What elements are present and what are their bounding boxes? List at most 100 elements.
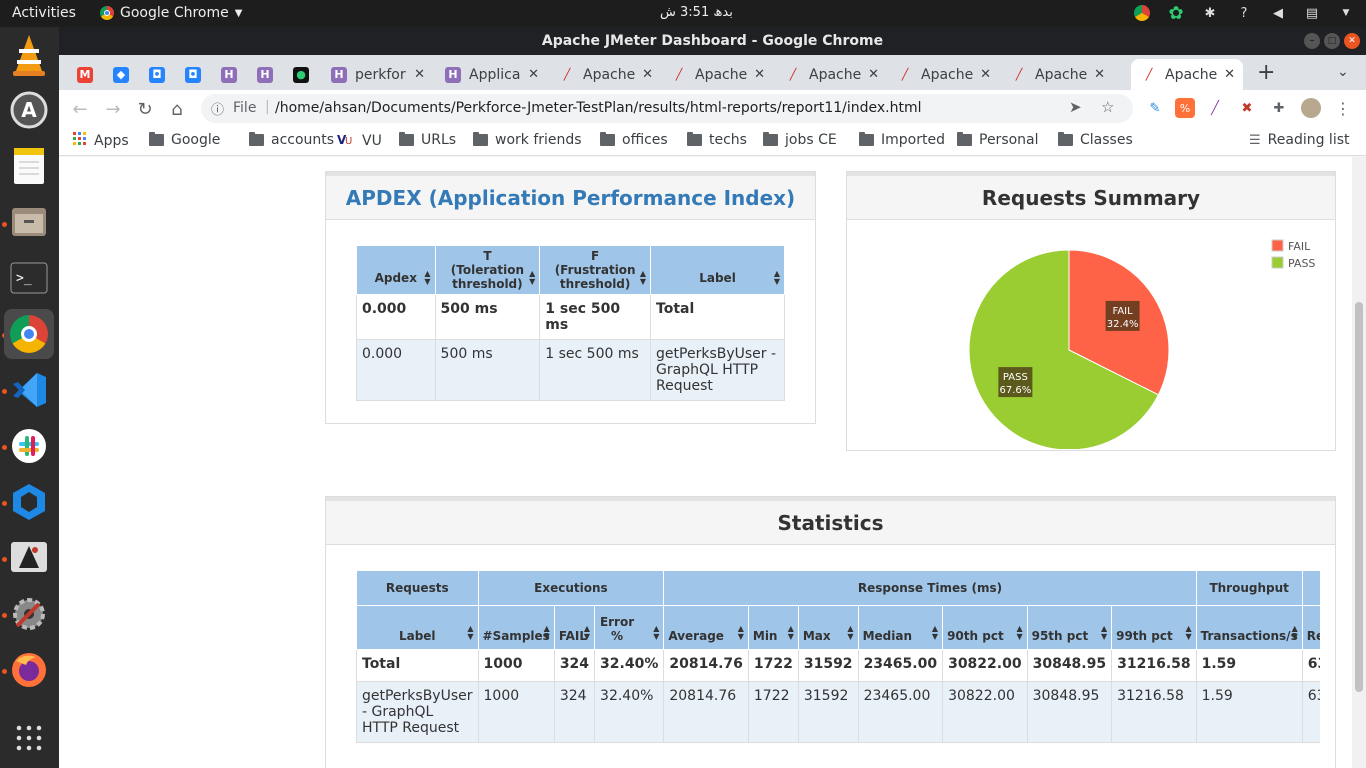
bookmark-folder[interactable]: jobs CE	[763, 132, 837, 148]
tab-search-icon[interactable]: ⌄	[1337, 64, 1349, 80]
extensions-puzzle-icon[interactable]: ✚	[1269, 98, 1289, 118]
reading-list-button[interactable]: ☰ Reading list	[1249, 132, 1350, 148]
browser-tab[interactable]: ╱ Apache ✕	[887, 59, 999, 90]
tab-close-icon[interactable]: ✕	[642, 67, 653, 82]
software-updater-icon[interactable]: A	[4, 85, 54, 135]
stats-column-header[interactable]: Received▲▼	[1301, 605, 1320, 650]
bookmark-folder[interactable]: offices	[600, 132, 668, 148]
stats-column-header[interactable]: Label ▲ ▼	[356, 605, 479, 650]
tab-close-icon[interactable]: ✕	[528, 67, 539, 82]
jmeter-icon[interactable]	[4, 533, 54, 583]
bookmark-folder[interactable]: techs	[687, 132, 747, 148]
vscode-icon[interactable]	[4, 365, 54, 415]
browser-tab[interactable]: M	[67, 59, 103, 90]
stats-column-header[interactable]: Median ▲ ▼	[857, 605, 944, 650]
chrome-tray-icon[interactable]	[1132, 3, 1152, 23]
app-grid-icon[interactable]	[4, 713, 54, 763]
browser-tab[interactable]: ●	[283, 59, 319, 90]
apdex-column-header[interactable]: Apdex ▲ ▼	[356, 245, 436, 295]
browser-tab[interactable]: H	[211, 59, 247, 90]
sort-icon[interactable]: ▲ ▼	[544, 625, 550, 641]
bookmark-folder[interactable]: Classes	[1058, 132, 1133, 148]
app-menu[interactable]: Google Chrome ▼	[100, 5, 242, 21]
stats-column-header[interactable]: FAIL ▲ ▼	[553, 605, 596, 650]
stats-column-header[interactable]: #Samples ▲ ▼	[477, 605, 555, 650]
extension-icon[interactable]: ✖	[1237, 98, 1257, 118]
apps-shortcut[interactable]: Apps	[73, 132, 129, 150]
menu-kebab-icon[interactable]: ⋮	[1333, 98, 1353, 118]
browser-tab[interactable]: ╱ Apache ✕	[1131, 59, 1243, 90]
sort-icon[interactable]: ▲ ▼	[738, 625, 744, 641]
clock[interactable]: بدھ 3:51 ش	[660, 5, 733, 20]
sort-icon[interactable]: ▲ ▼	[847, 625, 853, 641]
browser-tab[interactable]: ╱ Apache ✕	[661, 59, 773, 90]
file-manager-icon[interactable]	[4, 197, 54, 247]
chevron-down-icon[interactable]: ▼	[1336, 3, 1356, 23]
sort-icon[interactable]: ▲ ▼	[424, 270, 430, 286]
back-button[interactable]: ←	[67, 96, 93, 122]
apdex-column-header[interactable]: Label ▲ ▼	[650, 245, 785, 295]
bookmark-folder[interactable]: Google	[149, 132, 220, 148]
tab-close-icon[interactable]: ✕	[1224, 67, 1235, 82]
url-text[interactable]: /home/ahsan/Documents/Perkforce-Jmeter-T…	[275, 100, 922, 116]
maximize-button[interactable]: □	[1324, 33, 1340, 49]
bookmark-folder[interactable]: URLs	[399, 132, 456, 148]
apdex-column-header[interactable]: T (Toleration threshold) ▲ ▼	[434, 245, 541, 295]
new-tab-button[interactable]: +	[1257, 60, 1275, 85]
volume-icon[interactable]: ◀	[1268, 3, 1288, 23]
sort-icon[interactable]: ▲ ▼	[1016, 625, 1022, 641]
tab-close-icon[interactable]: ✕	[754, 67, 765, 82]
extension-icon[interactable]: %	[1175, 98, 1195, 118]
browser-tab[interactable]: H Applica ✕	[435, 59, 547, 90]
slack-tray-icon[interactable]: ✱	[1200, 3, 1220, 23]
browser-tab[interactable]: ◘	[175, 59, 211, 90]
browser-tab[interactable]: ◆	[103, 59, 139, 90]
browser-tab[interactable]: ╱ Apache ✕	[1001, 59, 1113, 90]
send-to-device-icon[interactable]: ➤	[1069, 98, 1082, 116]
home-button[interactable]: ⌂	[164, 96, 190, 122]
stats-column-header[interactable]: Min ▲ ▼	[747, 605, 799, 650]
address-bar[interactable]: ⓘ File | /home/ahsan/Documents/Perkforce…	[201, 94, 1133, 123]
sort-icon[interactable]: ▲ ▼	[1101, 625, 1107, 641]
bookmark-folder[interactable]: Personal	[957, 132, 1039, 148]
sort-icon[interactable]: ▲ ▼	[653, 625, 659, 641]
sort-icon[interactable]: ▲ ▼	[788, 625, 794, 641]
hexagon-app-icon[interactable]	[4, 477, 54, 527]
sort-icon[interactable]: ▲ ▼	[467, 625, 473, 641]
vlc-icon[interactable]	[4, 30, 54, 80]
extension-icon[interactable]: ╱	[1205, 98, 1225, 118]
firefox-icon[interactable]	[4, 645, 54, 695]
bookmark-star-icon[interactable]: ☆	[1101, 98, 1114, 116]
help-icon[interactable]: ?	[1234, 3, 1254, 23]
legend-item-pass[interactable]: PASS	[1271, 256, 1315, 270]
slack-icon[interactable]	[4, 421, 54, 471]
browser-tab[interactable]: H	[247, 59, 283, 90]
text-editor-icon[interactable]	[4, 141, 54, 191]
tab-close-icon[interactable]: ✕	[414, 67, 425, 82]
bookmark-folder[interactable]: work friends	[473, 132, 582, 148]
tab-close-icon[interactable]: ✕	[1094, 67, 1105, 82]
page-scrollbar[interactable]	[1352, 157, 1366, 768]
sort-icon[interactable]: ▲ ▼	[640, 270, 646, 286]
stats-column-header[interactable]: Max ▲ ▼	[797, 605, 859, 650]
browser-tab[interactable]: ╱ Apache ✕	[549, 59, 661, 90]
clipboard-icon[interactable]: ▤	[1302, 3, 1322, 23]
profile-avatar[interactable]	[1301, 98, 1321, 118]
forward-button[interactable]: →	[100, 96, 126, 122]
sort-icon[interactable]: ▲ ▼	[584, 625, 590, 641]
sort-icon[interactable]: ▲ ▼	[1185, 625, 1191, 641]
sort-icon[interactable]: ▲ ▼	[774, 270, 780, 286]
legend-item-fail[interactable]: FAIL	[1271, 239, 1311, 253]
browser-tab[interactable]: ◘	[139, 59, 175, 90]
site-info-icon[interactable]: ⓘ	[211, 99, 224, 118]
activities-button[interactable]: Activities	[12, 5, 76, 21]
tab-close-icon[interactable]: ✕	[980, 67, 991, 82]
stats-column-header[interactable]: Error % ▲ ▼	[594, 605, 665, 650]
bookmark-folder[interactable]: Imported	[859, 132, 945, 148]
stats-column-header[interactable]: 95th pct ▲ ▼	[1026, 605, 1113, 650]
minimize-button[interactable]: –	[1304, 33, 1320, 49]
sort-icon[interactable]: ▲ ▼	[1292, 625, 1298, 641]
sync-tray-icon[interactable]: ✿	[1166, 3, 1186, 24]
sort-icon[interactable]: ▲ ▼	[932, 625, 938, 641]
apdex-column-header[interactable]: F (Frustration threshold) ▲ ▼	[539, 245, 652, 295]
